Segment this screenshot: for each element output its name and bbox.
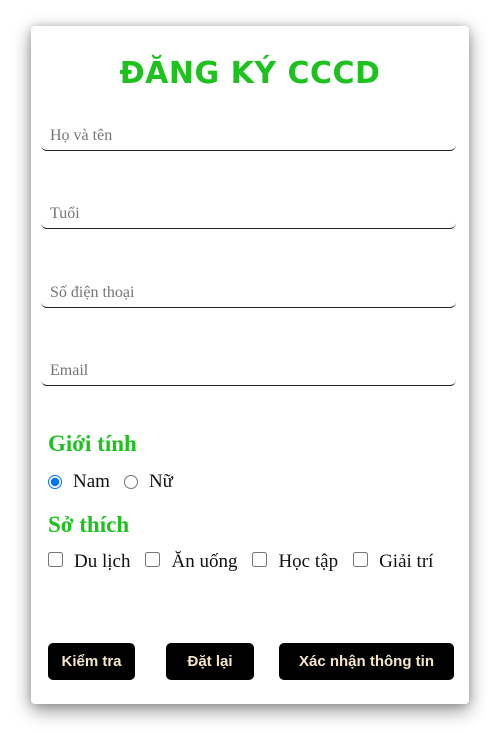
reset-button[interactable]: Đặt lại	[166, 643, 254, 680]
hobby-option-travel[interactable]: Du lịch	[48, 551, 130, 573]
hobby-checkbox-entertainment[interactable]	[353, 551, 369, 567]
hobby-checkbox-study[interactable]	[252, 551, 268, 567]
gender-section-title: Giới tính	[48, 431, 137, 456]
hobby-option-label: Giải trí	[379, 551, 434, 572]
check-button[interactable]: Kiểm tra	[48, 643, 135, 680]
hobby-option-entertainment[interactable]: Giải trí	[353, 551, 433, 573]
gender-option-male[interactable]: Nam	[48, 471, 110, 493]
gender-options: Nam Nữ	[48, 471, 173, 493]
hobbies-section-title: Sở thích	[48, 512, 130, 537]
form-title: ĐĂNG KÝ CCCD	[119, 56, 381, 91]
hobby-option-label: Ăn uống	[171, 551, 238, 572]
gender-radio-female[interactable]	[123, 475, 138, 489]
age-field[interactable]	[41, 199, 456, 229]
hobby-checkbox-food[interactable]	[145, 551, 161, 567]
hobby-checkbox-travel[interactable]	[48, 551, 63, 567]
registration-form-card: ĐĂNG KÝ CCCD Giới tính Nam Nữ Sở thích D…	[31, 26, 469, 704]
confirm-info-button[interactable]: Xác nhận thông tin	[279, 643, 454, 680]
hobby-option-study[interactable]: Học tập	[252, 551, 338, 573]
gender-option-label: Nữ	[148, 471, 173, 492]
gender-radio-male[interactable]	[48, 475, 62, 489]
email-field[interactable]	[41, 356, 456, 386]
hobby-option-label: Du lịch	[74, 551, 131, 572]
gender-option-female[interactable]: Nữ	[123, 471, 173, 493]
gender-option-label: Nam	[73, 471, 110, 492]
hobby-option-food[interactable]: Ăn uống	[145, 551, 237, 573]
phone-field[interactable]	[41, 278, 456, 308]
hobby-option-label: Học tập	[278, 551, 339, 572]
hobby-options: Du lịch Ăn uống Học tập Giải trí	[48, 551, 433, 573]
name-field[interactable]	[41, 121, 456, 151]
